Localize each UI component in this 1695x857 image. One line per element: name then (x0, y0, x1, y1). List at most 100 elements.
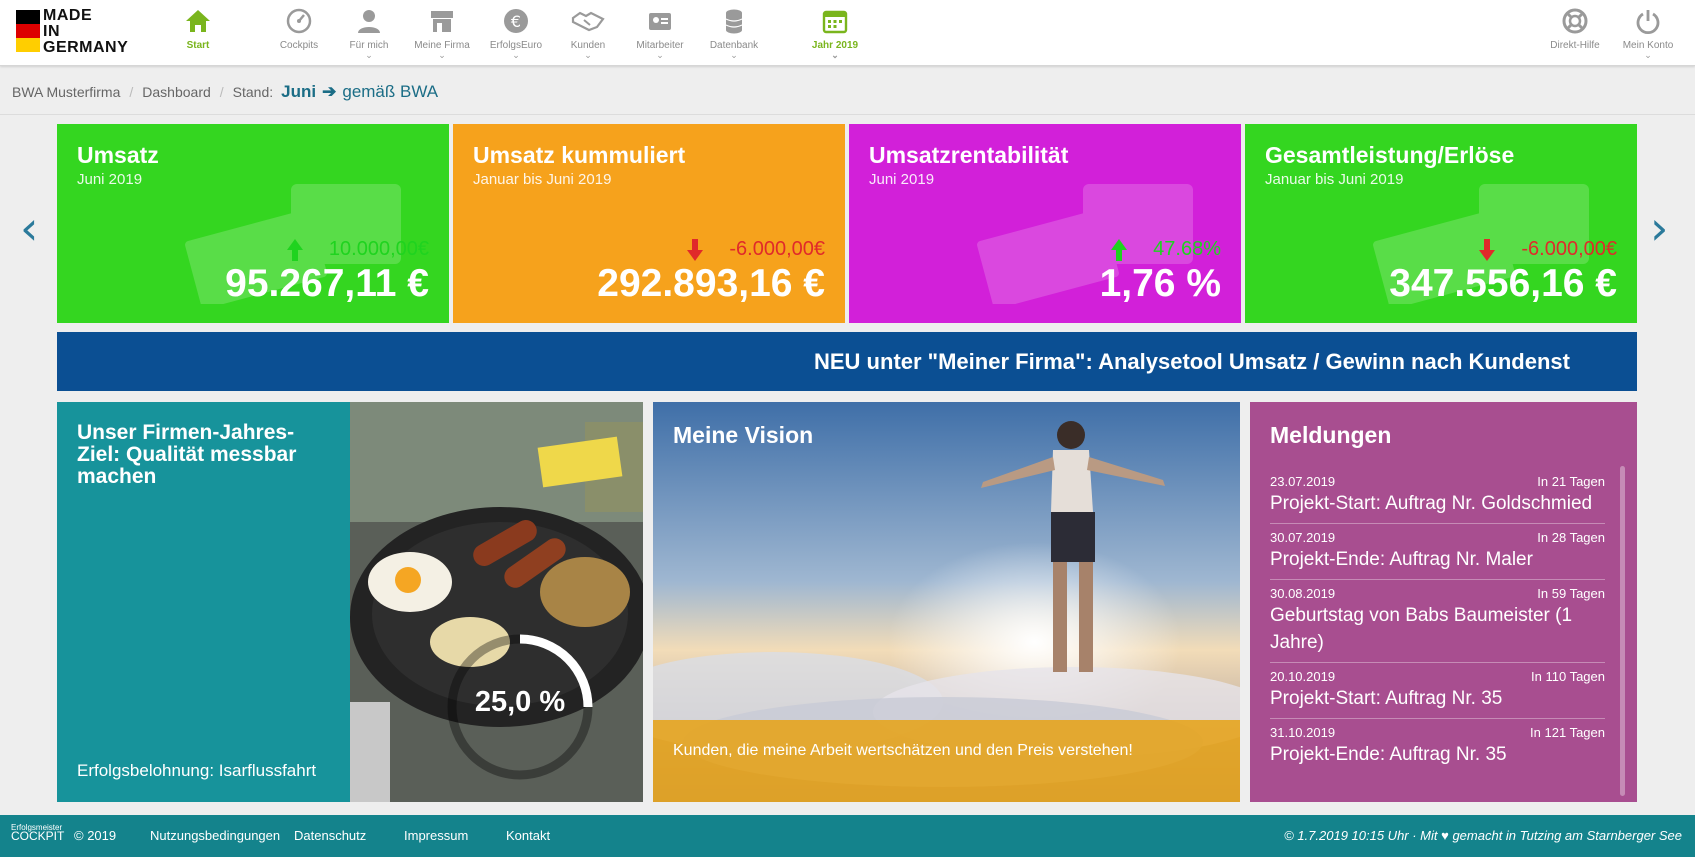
trend-down-icon (687, 238, 704, 261)
vision-card[interactable]: Meine Vision Kunden, die meine Arbeit we… (653, 402, 1240, 802)
message-date: 20.10.2019 (1270, 669, 1336, 684)
calendar-icon (795, 6, 875, 36)
chevron-down-icon: ⌄ (584, 50, 592, 60)
handshake-icon (548, 6, 628, 36)
trend-up-icon (1111, 238, 1128, 261)
database-icon (694, 6, 774, 36)
vision-quote: Kunden, die meine Arbeit wertschätzen un… (653, 720, 1240, 802)
stand-label: Stand: (232, 84, 274, 100)
message-text: Projekt-Start: Auftrag Nr. 35 (1270, 688, 1503, 709)
stand-mode[interactable]: gemäß BWA (342, 82, 438, 102)
lifebuoy-icon (1535, 6, 1615, 36)
kpi-card-umsatzrentabilitaet[interactable]: Umsatzrentabilität Juni 2019 47.68% 1,76… (849, 124, 1241, 323)
message-item[interactable]: 30.07.2019 In 28 Tagen Projekt-Ende: Auft… (1270, 524, 1605, 580)
message-due: In 121 Tagen (1530, 725, 1605, 740)
top-navbar: MADE IN GERMANY Start Cockpits Für mich … (0, 0, 1695, 66)
svg-text:€: € (511, 12, 521, 31)
kpi-value: 292.893,16 € (597, 262, 825, 305)
message-item[interactable]: 20.10.2019 In 110 Tagen Projekt-Start: Au… (1270, 663, 1605, 719)
message-date: 23.07.2019 (1270, 474, 1336, 489)
goal-progress-label: 25,0 % (474, 686, 566, 718)
annual-goal-card[interactable]: Unser Firmen-Jahres-Ziel: Qualität messb… (57, 402, 643, 802)
footer-link-kontakt[interactable]: Kontakt (506, 828, 550, 843)
breadcrumb-company[interactable]: BWA Musterfirma (12, 84, 120, 100)
nav-jahr-2019[interactable]: Jahr 2019 ⌄ (795, 6, 875, 60)
id-card-icon (620, 6, 700, 36)
ticker-text: NEU unter "Meiner Firma": Analysetool Um… (814, 349, 1570, 374)
kpi-period: Januar bis Juni 2019 (473, 171, 612, 188)
nav-erfolgseuro[interactable]: € ErfolgsEuro ⌄ (476, 6, 556, 60)
footer-link-impressum[interactable]: Impressum (404, 828, 468, 843)
kpi-period: Juni 2019 (77, 171, 143, 188)
news-ticker[interactable]: NEU unter "Meiner Firma": Analysetool Um… (57, 332, 1637, 391)
footer-link-nutzungsbedingungen[interactable]: Nutzungsbedingungen (150, 828, 280, 843)
kpi-delta: -6.000,00€ (1521, 238, 1617, 260)
kpi-delta: 10.000,00€ (328, 238, 429, 260)
messages-panel: Meldungen 23.07.2019 In 21 Tagen Projekt-… (1250, 402, 1637, 802)
kpi-value: 1,76 % (1099, 262, 1221, 305)
kpi-card-gesamtleistung[interactable]: Gesamtleistung/Erlöse Januar bis Juni 20… (1245, 124, 1637, 323)
nav-start[interactable]: Start (158, 6, 238, 51)
chevron-down-icon: ⌄ (730, 50, 738, 60)
message-due: In 110 Tagen (1531, 669, 1605, 684)
nav-datenbank[interactable]: Datenbank ⌄ (694, 6, 774, 60)
euro-icon: € (476, 6, 556, 36)
nav-meine-firma[interactable]: Meine Firma ⌄ (402, 6, 482, 60)
breadcrumb: BWA Musterfirma / Dashboard / Stand: Jun… (12, 82, 439, 102)
message-item[interactable]: 23.07.2019 In 21 Tagen Projekt-Start: Auf… (1270, 468, 1605, 524)
german-flag-icon (16, 10, 40, 52)
kpi-card-umsatz[interactable]: Umsatz Juni 2019 10.000,00€ 95.267,11 € (57, 124, 449, 323)
kpi-title: Umsatz (77, 142, 159, 168)
speedometer-icon (259, 6, 339, 36)
message-date: 31.10.2019 (1270, 725, 1336, 740)
carousel-next-icon[interactable]: › (1650, 205, 1668, 251)
divider (0, 114, 1695, 115)
trend-up-icon (286, 238, 303, 261)
chevron-down-icon: ⌄ (512, 50, 520, 60)
stand-month[interactable]: Juni (281, 82, 316, 102)
footer-link-datenschutz[interactable]: Datenschutz (294, 828, 366, 843)
footer-copyright: © 2019 (74, 828, 117, 843)
message-date: 30.08.2019 (1270, 586, 1336, 601)
kpi-card-umsatz-kummuliert[interactable]: Umsatz kummuliert Januar bis Juni 2019 -… (453, 124, 845, 323)
message-item[interactable]: 31.10.2019 In 121 Tagen Projekt-Ende: Auf… (1270, 719, 1605, 774)
nav-kunden[interactable]: Kunden ⌄ (548, 6, 628, 60)
goal-reward: Erfolgsbelohnung: Isarflussfahrt (77, 761, 317, 780)
chevron-down-icon: ⌄ (831, 50, 839, 60)
kpi-delta: 47.68% (1153, 238, 1221, 260)
nav-cockpits[interactable]: Cockpits (259, 6, 339, 51)
message-text: Projekt-Ende: Auftrag Nr. 35 (1270, 744, 1507, 765)
message-due: In 21 Tagen (1537, 474, 1605, 489)
user-icon (329, 6, 409, 36)
nav-fuer-mich[interactable]: Für mich ⌄ (329, 6, 409, 60)
nav-direkt-hilfe[interactable]: Direkt-Hilfe (1535, 6, 1615, 51)
kpi-value: 347.556,16 € (1389, 262, 1617, 305)
chevron-down-icon: ⌄ (438, 50, 446, 60)
goal-title: Unser Firmen-Jahres-Ziel: Qualität messb… (77, 421, 297, 488)
message-item[interactable]: 30.08.2019 In 59 Tagen Geburtstag von Bab… (1270, 580, 1605, 663)
vision-title: Meine Vision (673, 422, 814, 448)
messages-title: Meldungen (1270, 422, 1392, 448)
home-icon (158, 6, 238, 36)
footer-logo: Erfolgsmeister COCKPIT (11, 823, 65, 843)
message-date: 30.07.2019 (1270, 530, 1336, 545)
nav-mitarbeiter[interactable]: Mitarbeiter ⌄ (620, 6, 700, 60)
nav-mein-konto[interactable]: Mein Konto ⌄ (1608, 6, 1688, 60)
carousel-prev-icon[interactable]: ‹ (20, 205, 38, 251)
messages-scrollbar[interactable] (1620, 466, 1625, 796)
message-text: Geburtstag von Babs Baumeister (1 Jahre) (1270, 605, 1573, 653)
kpi-period: Januar bis Juni 2019 (1265, 171, 1404, 188)
power-icon (1608, 6, 1688, 36)
store-icon (402, 6, 482, 36)
messages-list: 23.07.2019 In 21 Tagen Projekt-Start: Auf… (1270, 468, 1605, 774)
arrow-right-icon: ➔ (322, 82, 337, 101)
message-due: In 59 Tagen (1537, 586, 1605, 601)
kpi-period: Juni 2019 (869, 171, 935, 188)
breadcrumb-page[interactable]: Dashboard (142, 84, 211, 100)
kpi-title: Umsatzrentabilität (869, 142, 1069, 168)
chevron-down-icon: ⌄ (365, 50, 373, 60)
footer: Erfolgsmeister COCKPIT © 2019 Nutzungsbe… (0, 815, 1695, 857)
kpi-delta: -6.000,00€ (729, 238, 825, 260)
kpi-title: Umsatz kummuliert (473, 142, 686, 168)
made-in-germany-logo: MADE IN GERMANY (16, 8, 136, 56)
